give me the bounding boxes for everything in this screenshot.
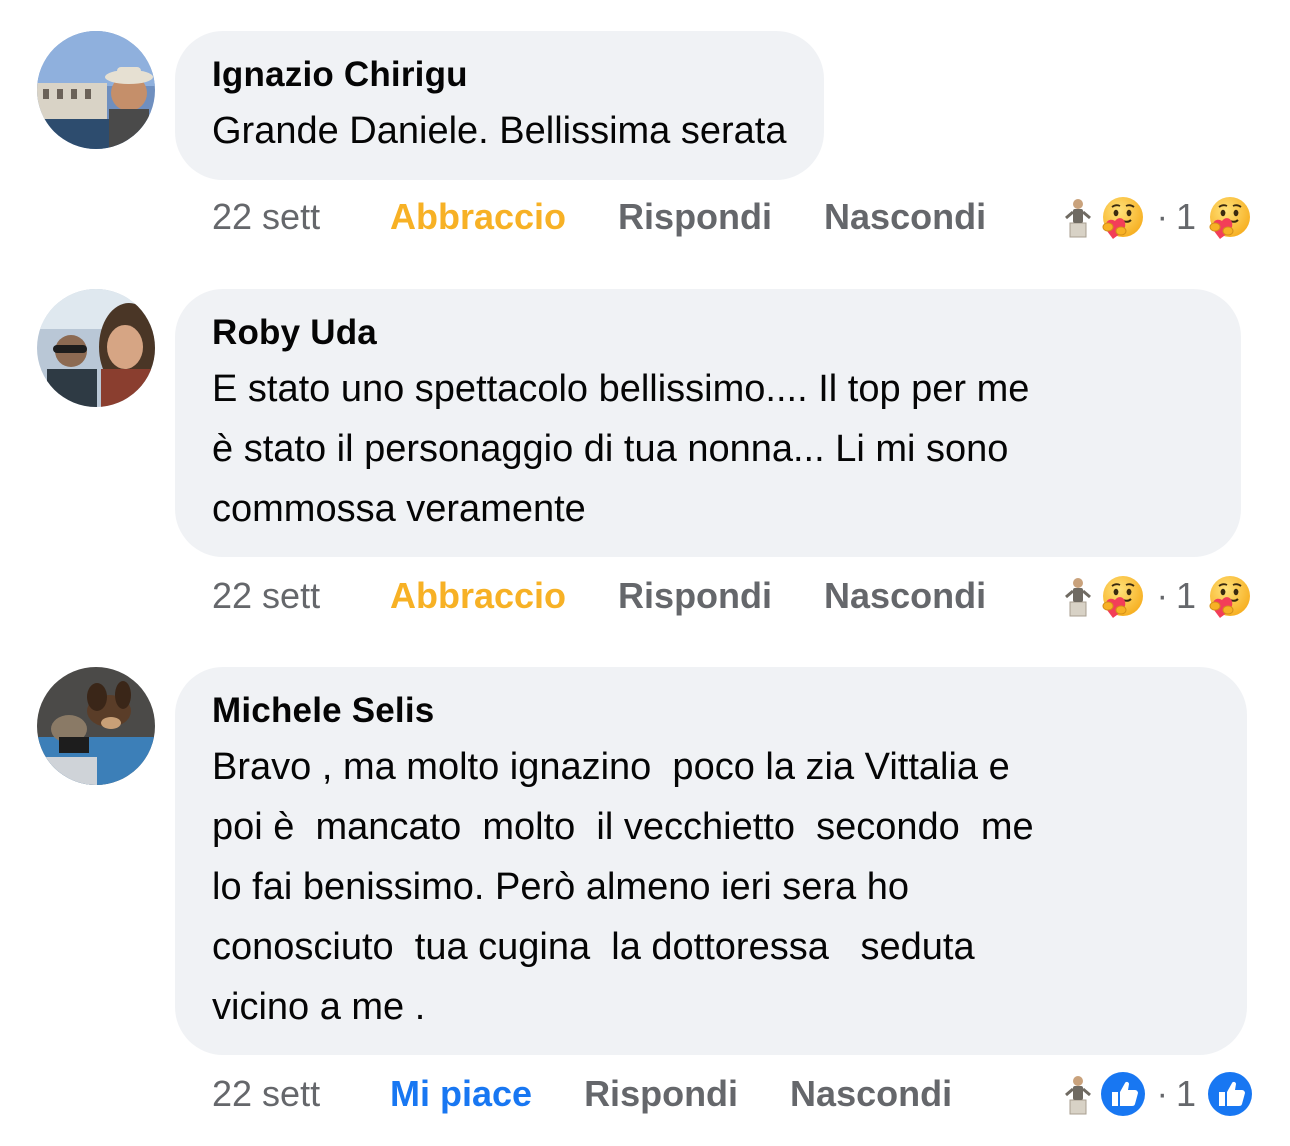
comment-bubble: Roby Uda E stato uno spettacolo bellissi… (175, 289, 1241, 557)
reply-button[interactable]: Rispondi (618, 575, 772, 617)
separator-dot: · (1156, 576, 1168, 615)
care-hug-emoji-icon (1206, 572, 1254, 620)
hide-button[interactable]: Nascondi (824, 196, 986, 238)
comment-timestamp[interactable]: 22 sett (212, 1073, 390, 1115)
reaction-summary[interactable]: · 1 (1061, 1069, 1254, 1119)
care-hug-emoji-icon (1099, 193, 1147, 241)
avatar[interactable] (37, 31, 155, 149)
avatar[interactable] (37, 667, 155, 785)
separator-dot: · (1156, 197, 1168, 236)
care-hug-emoji-icon (1206, 193, 1254, 241)
care-hug-emoji-icon (1099, 572, 1147, 620)
reply-button[interactable]: Rispondi (618, 196, 772, 238)
avatar[interactable] (37, 289, 155, 407)
author-figure-icon (1061, 195, 1095, 239)
reply-button[interactable]: Rispondi (584, 1073, 738, 1115)
comment-author[interactable]: Roby Uda (212, 311, 1204, 355)
comment-timestamp[interactable]: 22 sett (212, 575, 390, 617)
comment-author[interactable]: Ignazio Chirigu (212, 53, 787, 97)
reaction-summary[interactable]: · 1 (1061, 571, 1254, 621)
author-figure-icon (1061, 1072, 1095, 1116)
comment-timestamp[interactable]: 22 sett (212, 196, 390, 238)
hide-button[interactable]: Nascondi (790, 1073, 952, 1115)
comment-actions: 22 sett Abbraccio Rispondi Nascondi (212, 192, 986, 242)
react-button[interactable]: Abbraccio (390, 575, 566, 617)
comment-text: Grande Daniele. Bellissima serata (212, 110, 787, 152)
comment-text: Bravo , ma molto ignazino poco la zia Vi… (212, 746, 1034, 1028)
comment-text: E stato uno spettacolo bellissimo.... Il… (212, 368, 1030, 530)
reaction-count: 1 (1175, 196, 1196, 237)
comment-actions: 22 sett Mi piace Rispondi Nascondi (212, 1069, 952, 1119)
like-thumb-icon (1206, 1070, 1254, 1118)
comment-author[interactable]: Michele Selis (212, 689, 1210, 733)
reaction-count: 1 (1175, 575, 1196, 616)
like-button[interactable]: Mi piace (390, 1073, 532, 1115)
reaction-count: 1 (1175, 1073, 1196, 1114)
reaction-summary[interactable]: · 1 (1061, 192, 1254, 242)
hide-button[interactable]: Nascondi (824, 575, 986, 617)
comment-bubble: Michele Selis Bravo , ma molto ignazino … (175, 667, 1247, 1055)
author-figure-icon (1061, 574, 1095, 618)
react-button[interactable]: Abbraccio (390, 196, 566, 238)
separator-dot: · (1156, 1074, 1168, 1113)
comment-actions: 22 sett Abbraccio Rispondi Nascondi (212, 571, 986, 621)
like-thumb-icon (1099, 1070, 1147, 1118)
comment-bubble: Ignazio Chirigu Grande Daniele. Bellissi… (175, 31, 824, 180)
